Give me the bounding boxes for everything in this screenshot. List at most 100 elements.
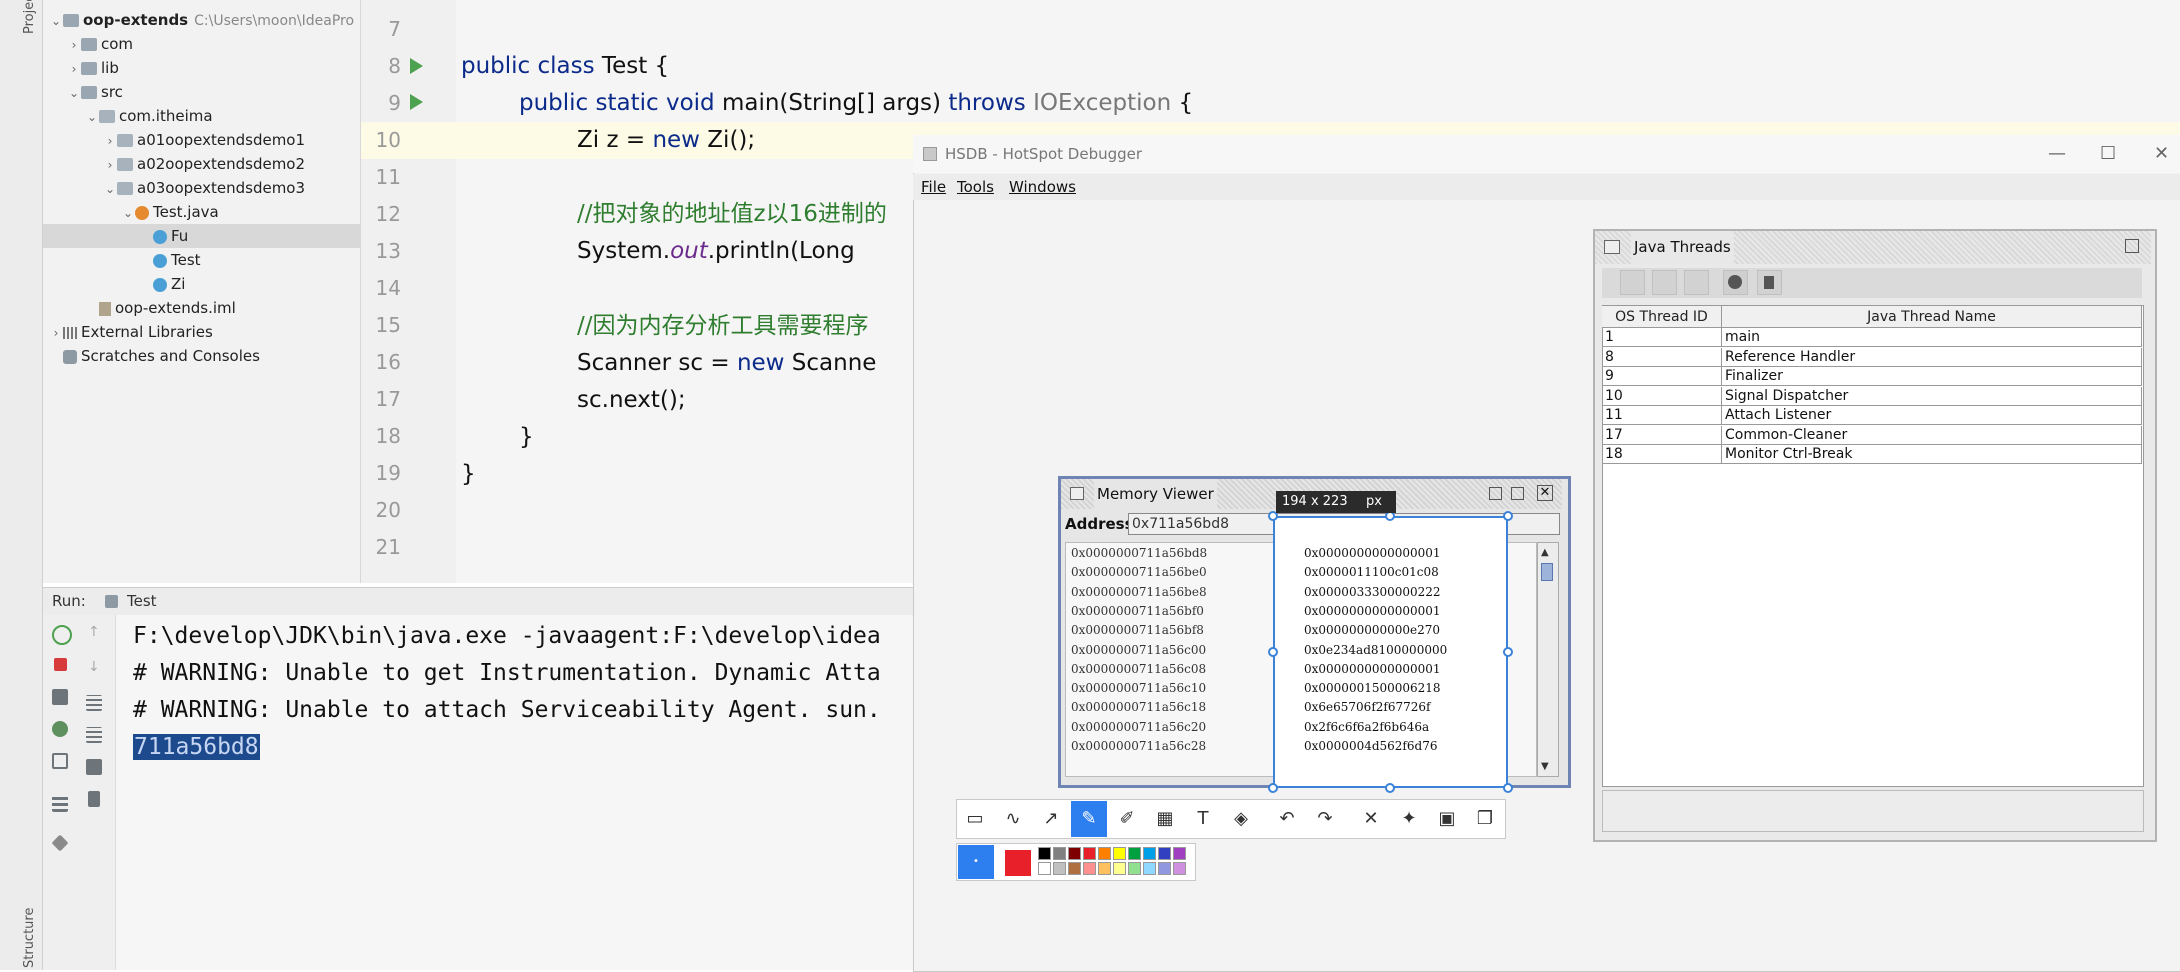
memory-address[interactable]: 0x0000000711a56bf0 [1071, 602, 1204, 621]
color-swatch[interactable] [1098, 847, 1111, 860]
minimize-frame-icon[interactable] [1489, 487, 1502, 500]
color-swatch[interactable] [1128, 862, 1141, 875]
thread-name-cell[interactable]: Common-Cleaner [1722, 425, 2142, 445]
run-class-icon[interactable] [410, 58, 423, 74]
resize-handle[interactable] [1503, 511, 1513, 521]
color-swatch[interactable] [1143, 847, 1156, 860]
rectangle-tool-icon[interactable]: ▭ [957, 801, 993, 837]
chevron-down-icon[interactable]: ⌄ [85, 105, 99, 129]
camera-icon[interactable] [52, 689, 68, 705]
color-swatch[interactable] [1113, 862, 1126, 875]
pin-icon[interactable] [51, 834, 69, 852]
memory-value[interactable]: 0x0000033300000222 [1304, 583, 1441, 602]
tree-item[interactable]: ⌄ Test.java [43, 200, 360, 224]
project-tool-label[interactable]: Project [22, 0, 37, 34]
memory-value[interactable]: 0x0000004d562f6d76 [1304, 737, 1437, 756]
memory-address[interactable]: 0x0000000711a56c10 [1071, 679, 1206, 698]
cancel-icon[interactable]: ✕ [1353, 801, 1389, 837]
memory-value[interactable]: 0x0e234ad8100000000 [1304, 641, 1447, 660]
memory-value[interactable]: 0x6e65706f2f67726f [1304, 698, 1430, 717]
minimize-icon[interactable]: — [2048, 135, 2066, 173]
color-swatch[interactable] [1098, 862, 1111, 875]
memory-value[interactable]: 0x0000000000000001 [1304, 544, 1441, 563]
color-swatch[interactable] [1173, 862, 1186, 875]
tree-item[interactable]: ⌄ src [43, 80, 360, 104]
resize-handle[interactable] [1503, 647, 1513, 657]
pen-size-dot[interactable]: • [958, 845, 994, 879]
wrap-icon[interactable] [86, 695, 102, 711]
color-swatch[interactable] [1038, 862, 1051, 875]
thread-id-cell[interactable]: 8 [1602, 347, 1722, 367]
trash-icon[interactable] [88, 791, 100, 807]
tree-item[interactable]: › com [43, 32, 360, 56]
color-swatch[interactable] [1053, 862, 1066, 875]
scroll-end-icon[interactable] [86, 727, 102, 743]
scroll-down-icon[interactable]: ▼ [1541, 761, 1549, 772]
column-header-os-thread-id[interactable]: OS Thread ID [1602, 306, 1722, 328]
thread-name-cell[interactable]: Attach Listener [1722, 406, 2142, 425]
stack-icon[interactable] [1652, 270, 1677, 295]
chevron-down-icon[interactable]: ⌄ [103, 177, 117, 201]
thread-name-cell[interactable]: Monitor Ctrl-Break [1722, 445, 2142, 464]
memory-address[interactable]: 0x0000000711a56c08 [1071, 660, 1206, 679]
scroll-up-icon[interactable]: ▲ [1541, 547, 1549, 558]
column-header-java-thread-name[interactable]: Java Thread Name [1722, 306, 2142, 328]
mosaic-tool-icon[interactable]: ▦ [1147, 801, 1183, 837]
memory-value[interactable]: 0x0000000000000001 [1304, 602, 1441, 621]
pin-icon[interactable]: ✦ [1391, 801, 1427, 837]
color-swatch[interactable] [1158, 847, 1171, 860]
memory-address[interactable]: 0x0000000711a56c00 [1071, 641, 1206, 660]
resize-handle[interactable] [1268, 783, 1278, 793]
current-color-swatch[interactable] [1005, 850, 1031, 876]
maximize-frame-icon[interactable] [2125, 239, 2139, 253]
tree-item[interactable]: Scratches and Consoles [43, 344, 360, 368]
hsdb-title-bar[interactable]: HSDB - HotSpot Debugger [913, 135, 2180, 173]
save-icon[interactable]: ▣ [1429, 801, 1465, 837]
tree-item[interactable]: oop-extends.iml [43, 296, 360, 320]
maximize-icon[interactable]: ☐ [2100, 135, 2116, 173]
run-tab-test[interactable]: Test [127, 588, 157, 615]
tree-item[interactable]: ⌄ a03oopextendsdemo3 [43, 176, 360, 200]
tree-item[interactable]: › External Libraries [43, 320, 360, 344]
pen-tool-icon[interactable]: ✎ [1071, 801, 1107, 837]
text-tool-icon[interactable]: T [1185, 801, 1221, 837]
arrow-tool-icon[interactable]: ↗ [1033, 801, 1069, 837]
print-icon[interactable] [86, 759, 102, 775]
resize-handle[interactable] [1385, 783, 1395, 793]
stop-icon[interactable] [54, 658, 67, 671]
memory-scrollbar[interactable]: ▲ ▼ [1537, 542, 1559, 777]
curve-tool-icon[interactable]: ∿ [995, 801, 1031, 837]
chevron-right-icon[interactable]: › [49, 321, 63, 345]
memory-value[interactable]: 0x2f6c6f6a2f6b646a [1304, 718, 1429, 737]
thread-name-cell[interactable]: main [1722, 328, 2142, 347]
color-swatch[interactable] [1068, 862, 1081, 875]
info-icon[interactable] [1684, 270, 1709, 295]
run-main-icon[interactable] [410, 94, 423, 110]
color-swatch[interactable] [1173, 847, 1186, 860]
maximize-frame-icon[interactable] [1511, 487, 1524, 500]
tree-item[interactable]: Fu [43, 224, 360, 248]
thread-id-cell[interactable]: 18 [1602, 445, 1722, 464]
marker-tool-icon[interactable]: ✐ [1109, 801, 1145, 837]
memory-value[interactable]: 0x000000000000e270 [1304, 621, 1440, 640]
redo-icon[interactable]: ↷ [1307, 801, 1343, 837]
tree-item[interactable]: ⌄ com.itheima [43, 104, 360, 128]
chevron-right-icon[interactable]: › [67, 57, 81, 81]
chevron-down-icon[interactable]: ⌄ [121, 201, 135, 225]
thread-id-cell[interactable]: 10 [1602, 386, 1722, 406]
resize-handle[interactable] [1503, 783, 1513, 793]
chevron-right-icon[interactable]: › [103, 153, 117, 177]
memory-address[interactable]: 0x0000000711a56be8 [1071, 583, 1207, 602]
color-swatch[interactable] [1158, 862, 1171, 875]
color-swatch[interactable] [1053, 847, 1066, 860]
down-arrow-icon[interactable]: ↓ [88, 660, 100, 674]
inspect-icon[interactable] [1620, 270, 1645, 295]
memory-address[interactable]: 0x0000000711a56c28 [1071, 737, 1206, 756]
tree-item[interactable]: › lib [43, 56, 360, 80]
color-swatch[interactable] [1038, 847, 1051, 860]
memory-address[interactable]: 0x0000000711a56c20 [1071, 718, 1206, 737]
chevron-right-icon[interactable]: › [103, 129, 117, 153]
chevron-down-icon[interactable]: ⌄ [67, 81, 81, 105]
color-swatch[interactable] [1128, 847, 1141, 860]
tree-item[interactable]: Zi [43, 272, 360, 296]
